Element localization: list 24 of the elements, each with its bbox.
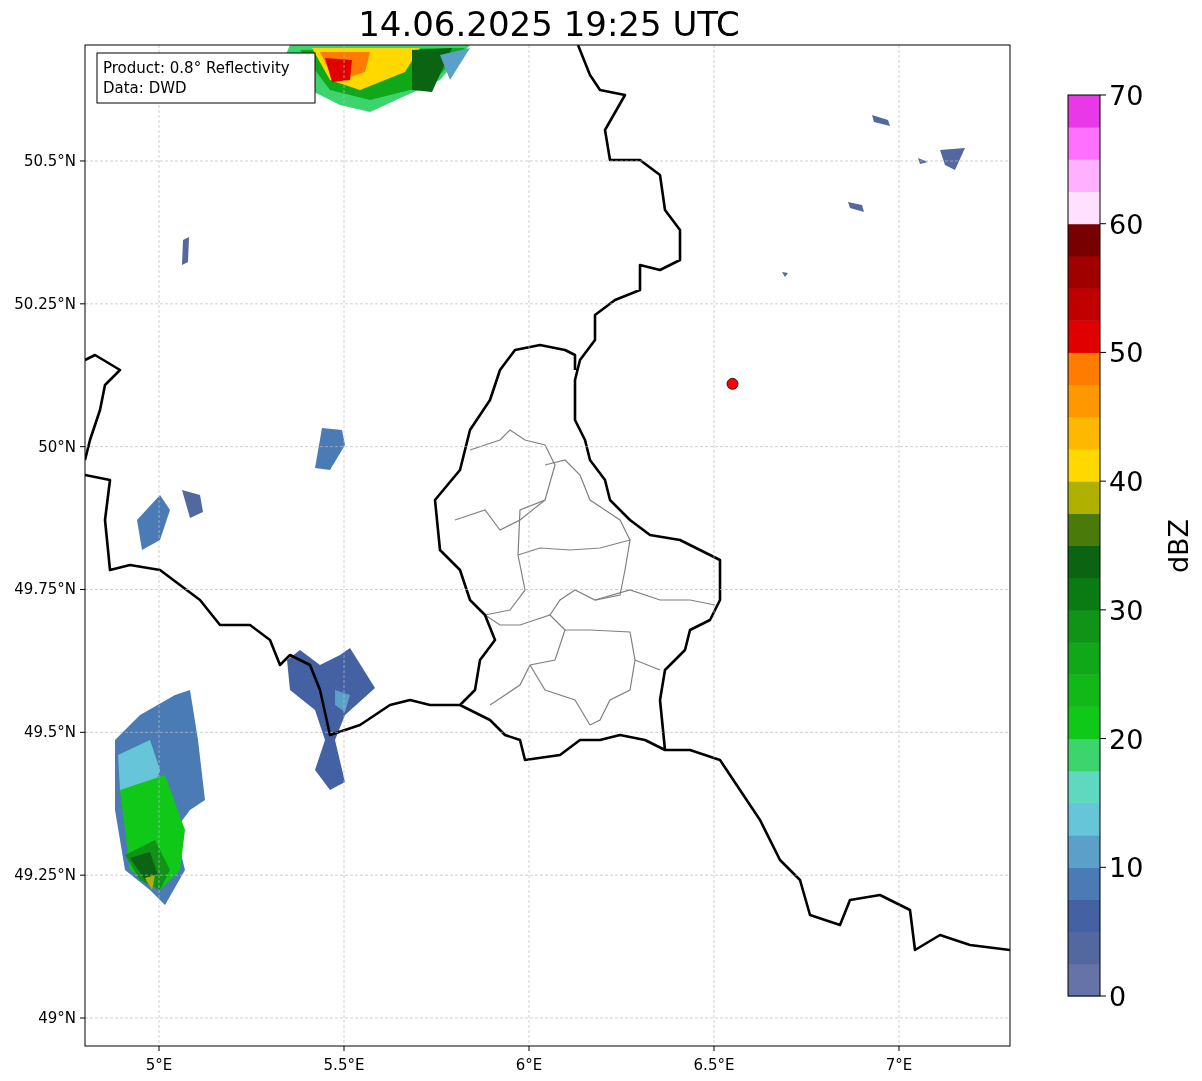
- y-tick-label: 50.5°N: [23, 152, 76, 170]
- colorbar-tick-label: 50: [1109, 337, 1144, 369]
- x-tick-label: 7°E: [885, 1056, 913, 1074]
- colorbar-tick-label: 10: [1109, 852, 1144, 884]
- y-tick-label: 50.25°N: [14, 294, 76, 313]
- colorbar-tick-label: 70: [1109, 80, 1144, 111]
- y-tick-label: 49.5°N: [23, 723, 76, 742]
- y-tick-label: 49.75°N: [14, 580, 76, 599]
- x-tick-label: 6.5°E: [693, 1056, 735, 1074]
- x-tick-label: 5.5°E: [323, 1056, 365, 1074]
- x-tick-label: 6°E: [515, 1056, 543, 1074]
- colorbar-tick-label: 0: [1109, 981, 1127, 1012]
- info-text: Data: DWD: [103, 79, 187, 97]
- colorbar-tick-label: 30: [1109, 594, 1144, 626]
- colorbar-tick-label: 20: [1109, 723, 1144, 755]
- x-tick-label: 5°E: [145, 1056, 173, 1074]
- chart-title: 14.06.2025 19:25 UTC: [358, 4, 740, 44]
- colorbar-tick-label: 60: [1109, 208, 1144, 240]
- info-text: Product: 0.8° Reflectivity: [103, 59, 290, 77]
- colorbar-tick-label: 40: [1109, 466, 1144, 498]
- y-tick-label: 49.25°N: [14, 866, 76, 885]
- colorbar-label: dBZ: [1163, 518, 1194, 574]
- y-tick-label: 49°N: [38, 1009, 76, 1027]
- y-tick-label: 50°N: [38, 437, 76, 456]
